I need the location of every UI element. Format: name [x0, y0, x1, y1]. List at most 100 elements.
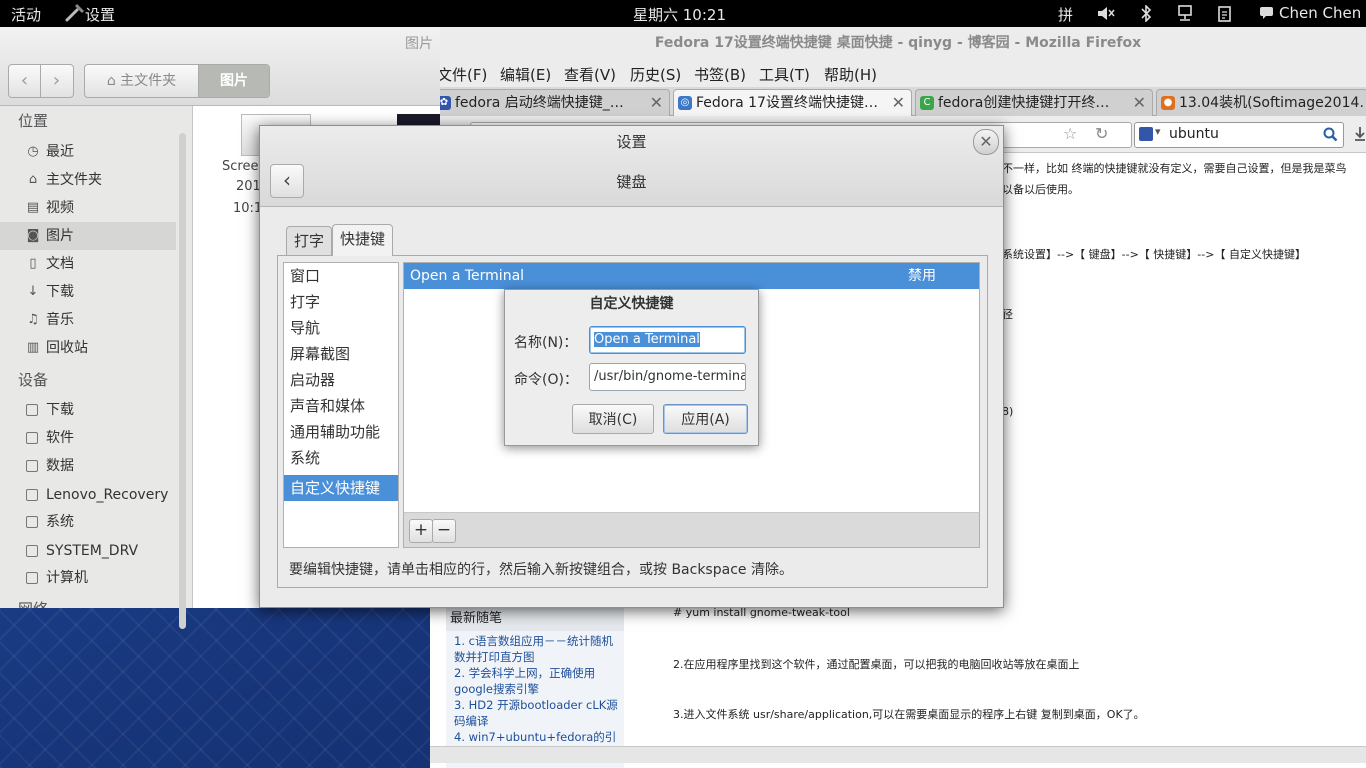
input-method-indicator[interactable]: 拼: [1058, 4, 1073, 25]
reload-icon[interactable]: ↻: [1095, 124, 1108, 143]
forward-arrow-icon[interactable]: ›: [41, 65, 72, 97]
recent-posts-heading: 最新随笔: [446, 607, 624, 631]
sidebar-item-trash[interactable]: ▥ 回收站: [0, 334, 176, 362]
back-arrow-icon[interactable]: ‹: [9, 65, 41, 97]
file-label: Scree: [222, 159, 259, 174]
menu-file[interactable]: 文件(F): [437, 64, 487, 85]
user-menu[interactable]: Chen Chen: [1279, 4, 1361, 22]
sidebar-item-device[interactable]: 系统: [0, 508, 176, 536]
shortcut-row-selected[interactable]: Open a Terminal 禁用: [404, 263, 979, 289]
sidebar-item-device[interactable]: 数据: [0, 452, 176, 480]
sidebar-item-computer[interactable]: 计算机: [0, 564, 176, 592]
ubuntu-favicon-icon: ●: [1161, 96, 1175, 110]
path-current-button[interactable]: 图片: [199, 65, 269, 97]
recent-posts-panel: 最新随笔 1. c语言数组应用－－统计随机数并打印直方图 2. 学会科学上网，正…: [446, 607, 624, 768]
devices-heading: 设备: [18, 371, 49, 389]
sidebar-item-music[interactable]: ♫ 音乐: [0, 306, 176, 334]
shortcut-binding: 禁用: [908, 268, 936, 284]
category-item[interactable]: 通用辅助功能: [284, 419, 398, 445]
computer-icon: [26, 572, 38, 584]
close-tab-icon[interactable]: ✕: [892, 90, 905, 116]
add-shortcut-button[interactable]: +: [409, 519, 433, 543]
files-window-title: 图片: [405, 36, 433, 52]
sidebar-item-device[interactable]: SYSTEM_DRV: [0, 537, 176, 565]
trash-icon: ▥: [26, 340, 40, 355]
name-field[interactable]: Open a Terminal: [589, 326, 746, 354]
menu-history[interactable]: 历史(S): [630, 64, 681, 85]
sidebar-item-downloads[interactable]: ↓ 下载: [0, 278, 176, 306]
menu-view[interactable]: 查看(V): [564, 64, 616, 85]
sidebar-item-recent[interactable]: ◷ 最近: [0, 138, 176, 166]
home-icon: ⌂: [106, 73, 116, 89]
custom-shortcut-dialog: 自定义快捷键 名称(N)： Open a Terminal 命令(O)： /us…: [504, 289, 759, 446]
green-favicon-icon: C: [920, 96, 934, 110]
clock-icon: ◷: [27, 144, 39, 159]
browser-tab[interactable]: C fedora创建快捷键打开终… ✕: [915, 89, 1153, 116]
sidebar-item-videos[interactable]: ▤ 视频: [0, 194, 176, 222]
recent-post-link[interactable]: 1. c语言数组应用－－统计随机数并打印直方图: [454, 633, 624, 665]
search-icon[interactable]: [1323, 127, 1338, 142]
bluetooth-icon[interactable]: [1140, 5, 1152, 22]
clock[interactable]: 星期六 10:21: [633, 4, 726, 25]
home-icon: ⌂: [28, 172, 38, 187]
close-icon[interactable]: ✕: [973, 129, 999, 155]
close-tab-icon[interactable]: ✕: [650, 90, 663, 116]
category-item[interactable]: 导航: [284, 315, 398, 341]
category-item[interactable]: 打字: [284, 289, 398, 315]
tab-shortcuts[interactable]: 快捷键: [332, 224, 394, 256]
shortcut-name: Open a Terminal: [410, 268, 525, 284]
clipboard-icon[interactable]: [1217, 5, 1233, 22]
menu-bookmarks[interactable]: 书签(B): [694, 64, 746, 85]
path-home-button[interactable]: ⌂ 主文件夹: [85, 65, 199, 97]
baidu-engine-icon[interactable]: [1139, 127, 1153, 141]
article-text: 系统设置】-->【 键盘】-->【 快捷键】-->【 自定义快捷键】: [1002, 248, 1306, 261]
chevron-down-icon[interactable]: ▾: [1155, 125, 1161, 138]
category-item[interactable]: 启动器: [284, 367, 398, 393]
music-note-icon: ♫: [27, 312, 39, 327]
sidebar-scrollbar[interactable]: [179, 133, 186, 629]
cancel-button[interactable]: 取消(C): [572, 404, 654, 434]
download-icon[interactable]: [1354, 126, 1366, 142]
sidebar-item-device[interactable]: 下载: [0, 396, 176, 424]
network-icon[interactable]: [1177, 5, 1193, 22]
path-bar: ⌂ 主文件夹 图片: [84, 64, 270, 98]
category-item[interactable]: 窗口: [284, 263, 398, 289]
volume-muted-icon[interactable]: [1097, 6, 1115, 21]
sidebar-item-pictures[interactable]: ◙ 图片: [0, 222, 176, 250]
command-field[interactable]: /usr/bin/gnome-terminal: [589, 363, 746, 391]
settings-title: 设置: [616, 133, 647, 151]
recent-post-link[interactable]: 3. HD2 开源bootloader cLK源码编译: [454, 697, 624, 729]
shortcut-toolbar: + −: [403, 512, 980, 548]
sidebar-item-documents[interactable]: ▯ 文档: [0, 250, 176, 278]
category-item[interactable]: 系统: [284, 445, 398, 471]
sidebar-item-device[interactable]: 软件: [0, 424, 176, 452]
menu-edit[interactable]: 编辑(E): [500, 64, 551, 85]
menu-help[interactable]: 帮助(H): [824, 64, 877, 85]
horizontal-scrollbar[interactable]: [430, 746, 1366, 763]
name-value: Open a Terminal: [594, 332, 700, 347]
camera-icon: ◙: [26, 228, 40, 243]
name-label: 名称(N)：: [514, 335, 578, 351]
apply-button[interactable]: 应用(A): [663, 404, 748, 434]
recent-post-link[interactable]: 2. 学会科学上网，正确使用google搜索引擎: [454, 665, 624, 697]
chat-icon[interactable]: [1259, 6, 1274, 20]
close-tab-icon[interactable]: ✕: [1133, 90, 1146, 116]
sidebar-item-home[interactable]: ⌂ 主文件夹: [0, 166, 176, 194]
file-label: 201: [236, 179, 261, 194]
menu-tools[interactable]: 工具(T): [759, 64, 810, 85]
search-bar[interactable]: ▾ ubuntu: [1134, 122, 1344, 148]
tab-typing[interactable]: 打字: [286, 226, 333, 255]
browser-tab-active[interactable]: ◎ Fedora 17设置终端快捷键… ✕: [673, 89, 912, 116]
category-item-custom[interactable]: 自定义快捷键: [284, 475, 398, 501]
remove-shortcut-button[interactable]: −: [432, 519, 456, 543]
browser-tab[interactable]: ● 13.04装机(Softimage2014…: [1156, 89, 1366, 116]
category-item[interactable]: 屏幕截图: [284, 341, 398, 367]
drive-icon: [26, 460, 38, 472]
category-item[interactable]: 声音和媒体: [284, 393, 398, 419]
drive-icon: [26, 404, 38, 416]
browser-tab[interactable]: ✿ fedora 启动终端快捷键_… ✕: [432, 89, 670, 116]
bookmark-star-icon[interactable]: ☆: [1063, 124, 1077, 143]
sidebar-item-device[interactable]: Lenovo_Recovery: [0, 481, 176, 509]
activities-button[interactable]: 活动: [11, 4, 41, 25]
app-menu[interactable]: 设置: [85, 4, 115, 25]
